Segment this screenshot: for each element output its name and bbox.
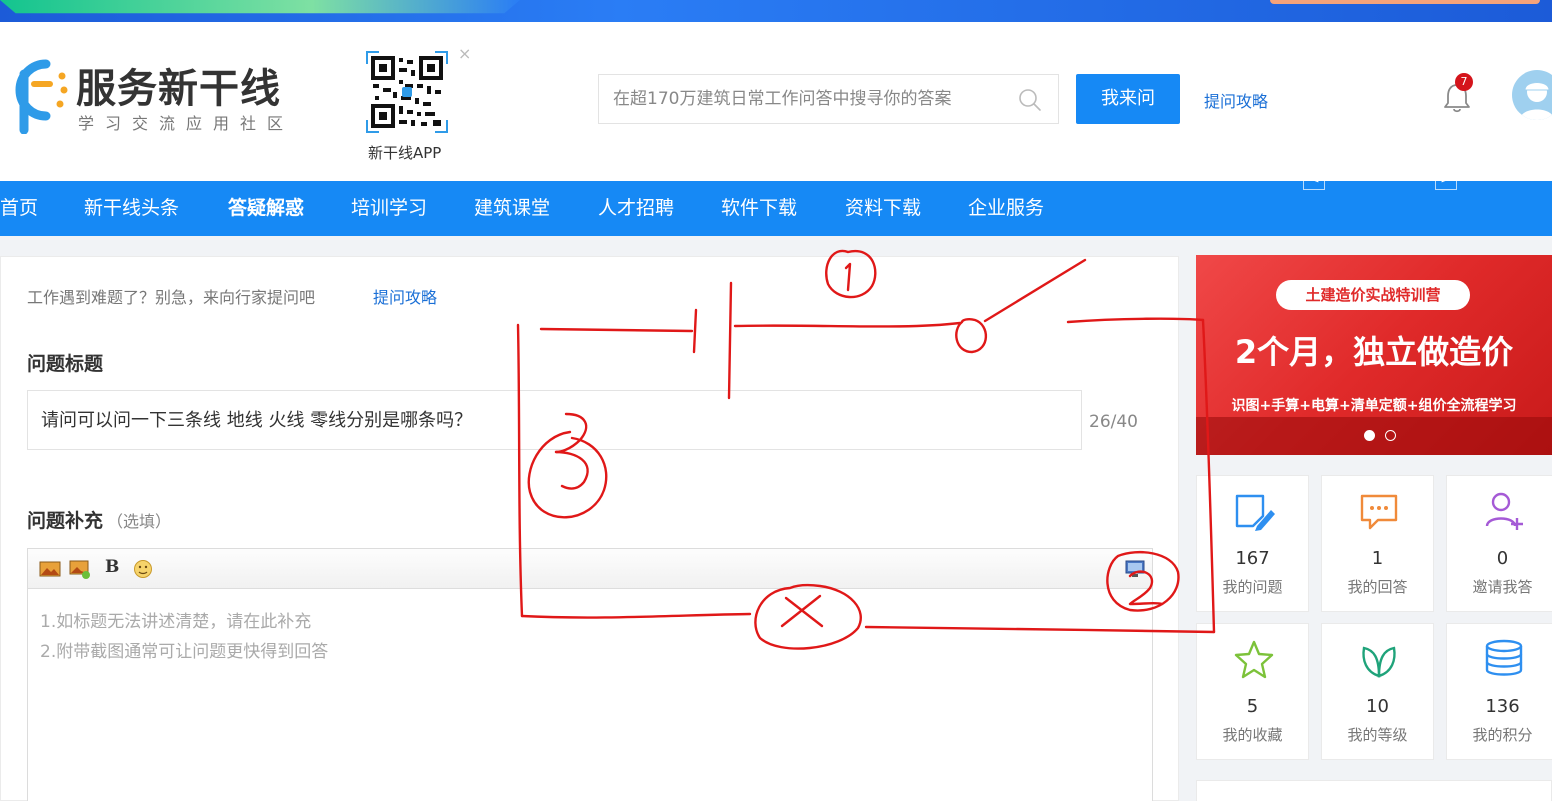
nav-item-enterprise[interactable]: 企业服务 — [968, 181, 1044, 236]
logo-mark-icon — [15, 59, 68, 134]
notification-badge: 7 — [1455, 73, 1473, 91]
rich-text-editor[interactable]: B 1.如标题无法讲述清楚，请在此补充 2.附带截图通常可让问题更快得到回答 — [27, 548, 1153, 801]
stat-value: 0 — [1496, 548, 1509, 569]
stat-value: 136 — [1485, 696, 1520, 717]
editor-placeholder-line: 2.附带截图通常可让问题更快得到回答 — [40, 642, 329, 662]
stat-label: 我的收藏 — [1222, 726, 1283, 744]
editor-placeholder: 1.如标题无法讲述清楚，请在此补充 2.附带截图通常可让问题更快得到回答 — [40, 607, 328, 667]
stat-label: 我的问题 — [1222, 578, 1283, 596]
stat-favorites[interactable]: 5 我的收藏 — [1196, 623, 1309, 760]
edit-icon — [1235, 494, 1275, 531]
stat-my-answers[interactable]: 1 我的回答 — [1321, 475, 1434, 612]
ad-pill: 土建造价实战特训营 — [1276, 280, 1470, 310]
nav-item-documents[interactable]: 资料下载 — [845, 181, 921, 236]
search-icon[interactable] — [1018, 88, 1042, 112]
optional-tag: （选填） — [107, 512, 172, 531]
nav-item-headlines[interactable]: 新干线头条 — [84, 181, 179, 236]
search-box — [598, 74, 1059, 124]
top-banner[interactable] — [0, 0, 1552, 22]
stat-value: 10 — [1366, 696, 1389, 717]
star-icon — [1234, 640, 1274, 679]
ask-question-button[interactable]: 我来问 — [1076, 74, 1180, 124]
stat-invite-answer[interactable]: 0 邀请我答 — [1446, 475, 1552, 612]
stat-level[interactable]: 10 我的等级 — [1321, 623, 1434, 760]
form-guide-link[interactable]: 提问攻略 — [373, 284, 437, 308]
char-counter: 26/40 — [1089, 412, 1138, 432]
chat-icon — [1360, 494, 1398, 530]
site-logo[interactable]: 服务新干线 学习交流应用社区 — [2, 54, 302, 134]
editor-toolbar: B — [28, 549, 1152, 589]
ad-banner[interactable]: 土建造价实战特训营 2个月，独立做造价 识图+手算+电算+清单定额+组价全流程学… — [1196, 255, 1552, 455]
ad-headline: 2个月，独立做造价 — [1234, 333, 1514, 371]
search-input[interactable] — [599, 75, 999, 123]
nav-item-home[interactable]: 首页 — [0, 181, 38, 236]
stat-points[interactable]: 136 我的积分 — [1446, 623, 1552, 760]
qr-close-icon[interactable]: × — [458, 44, 471, 63]
stat-value: 167 — [1235, 548, 1270, 569]
stat-label: 我的等级 — [1347, 726, 1408, 744]
avatar[interactable] — [1512, 70, 1552, 120]
stat-my-questions[interactable]: 167 我的问题 — [1196, 475, 1309, 612]
site-header: 服务新干线 学习交流应用社区 × 新干线APP 我来问 提问攻 — [0, 22, 1552, 181]
supplement-label-text: 问题补充 — [27, 510, 104, 532]
ask-guide-link[interactable]: 提问攻略 — [1204, 88, 1268, 112]
stat-label: 我的回答 — [1347, 578, 1408, 596]
carousel-dot-active[interactable] — [1364, 430, 1375, 441]
stat-value: 5 — [1246, 696, 1259, 717]
supplement-label: 问题补充 （选填） — [27, 506, 171, 533]
logo-title: 服务新干线 — [76, 66, 281, 112]
sidebar-card — [1196, 780, 1552, 801]
nav-item-qa[interactable]: 答疑解惑 — [228, 181, 304, 236]
leaf-icon — [1362, 646, 1396, 678]
logo-subtitle: 学习交流应用社区 — [78, 114, 295, 133]
qr-label: 新干线APP — [368, 144, 442, 162]
stat-label: 邀请我答 — [1472, 578, 1533, 596]
stat-value: 1 — [1371, 548, 1384, 569]
title-label: 问题标题 — [27, 353, 104, 375]
title-input[interactable]: 请问可以问一下三条线 地线 火线 零线分别是哪条吗？ — [27, 390, 1082, 450]
nav-item-jobs[interactable]: 人才招聘 — [598, 181, 674, 236]
add-user-icon — [1485, 492, 1523, 530]
user-avatar-icon — [1520, 82, 1552, 120]
carousel-prev-button[interactable]: < — [1303, 168, 1325, 190]
fullscreen-icon[interactable] — [1124, 559, 1146, 579]
nav-item-training[interactable]: 培训学习 — [351, 181, 427, 236]
ad-tagline: 识图+手算+电算+清单定额+组价全流程学习 — [1231, 398, 1517, 414]
coins-icon — [1485, 639, 1523, 676]
form-hint: 工作遇到难题了？别急，来向行家提问吧 — [27, 288, 316, 307]
stat-label: 我的积分 — [1472, 726, 1533, 744]
banner-decoration — [1270, 0, 1540, 4]
emoji-icon[interactable] — [132, 559, 154, 579]
nav-item-software[interactable]: 软件下载 — [721, 181, 797, 236]
nav-item-classroom[interactable]: 建筑课堂 — [474, 181, 550, 236]
editor-placeholder-line: 1.如标题无法讲述清楚，请在此补充 — [40, 612, 312, 632]
insert-image-icon[interactable] — [69, 559, 91, 579]
image-icon[interactable] — [39, 559, 61, 579]
carousel-dot[interactable] — [1385, 430, 1396, 441]
banner-decoration — [0, 0, 520, 14]
carousel-next-button[interactable]: > — [1435, 168, 1457, 190]
qr-code-icon — [365, 50, 449, 134]
bold-button[interactable]: B — [105, 557, 119, 577]
